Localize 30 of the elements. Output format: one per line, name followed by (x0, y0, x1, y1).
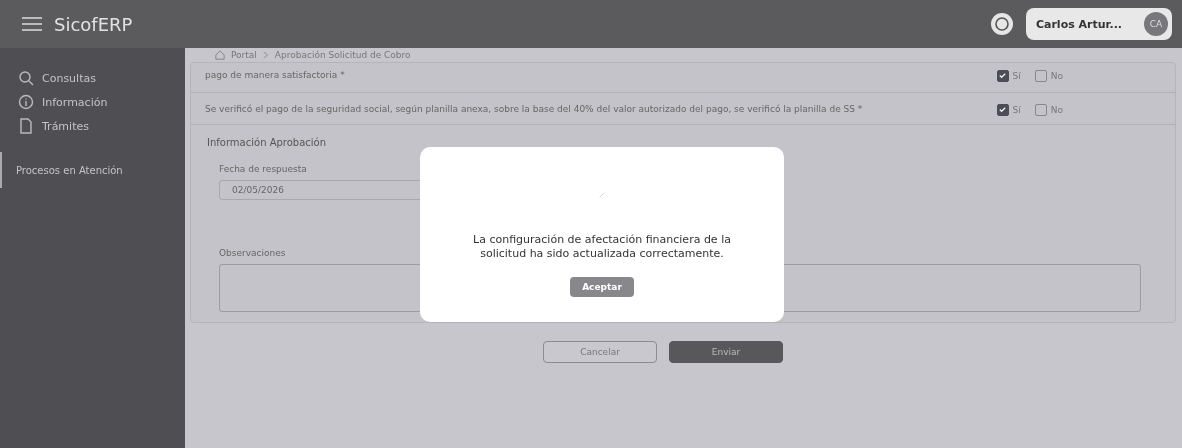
sidebar-item[interactable]: Procesos en Atención (0, 152, 185, 188)
section-title: Información Aprobación (206, 136, 328, 150)
no-checkbox[interactable]: No (1034, 103, 1063, 116)
field-label: Fecha de respuesta (219, 164, 307, 174)
sidebar-item[interactable]: Trámites (0, 114, 185, 138)
sidebar-item[interactable]: Consultas (0, 66, 185, 90)
question-text: Se verificó el pago de la seguridad social, según planilla anexa, sobre la base del 40% del valor autorizado del pago, se verificó la planilla de SS * (205, 103, 863, 116)
home-icon[interactable] (215, 50, 225, 60)
chevron-icon (262, 51, 269, 59)
menu-icon[interactable] (22, 17, 42, 31)
info-icon (18, 94, 34, 110)
field-label: Observaciones (219, 248, 286, 258)
notification-icon[interactable] (989, 12, 1014, 36)
checkmark-icon (998, 105, 1008, 114)
cancel-button[interactable]: Cancelar (543, 341, 657, 363)
no-checkbox[interactable]: No (1034, 69, 1063, 82)
document-icon (18, 118, 34, 134)
sidebar-item[interactable]: Información (0, 90, 185, 114)
search-icon (18, 70, 34, 86)
user-avatar: CA (1144, 12, 1168, 36)
app-name: SicofERP (54, 13, 133, 35)
user-name: Carlos Artur... (1035, 17, 1122, 31)
submit-button[interactable]: Enviar (669, 341, 783, 363)
breadcrumb-link[interactable]: Aprobación Solicitud de Cobro (274, 50, 411, 60)
accept-button[interactable]: Aceptar (570, 277, 634, 297)
question-text: pago de manera satisfactoria * (205, 69, 345, 82)
dialog-message: La configuración de afectación financiera de la solicitud ha sido actualizada correctamente. (472, 233, 732, 261)
user-menu[interactable]: Carlos Artur... CA (1025, 8, 1172, 40)
checkmark-icon (998, 71, 1008, 80)
breadcrumb-link[interactable]: Portal (231, 50, 257, 60)
